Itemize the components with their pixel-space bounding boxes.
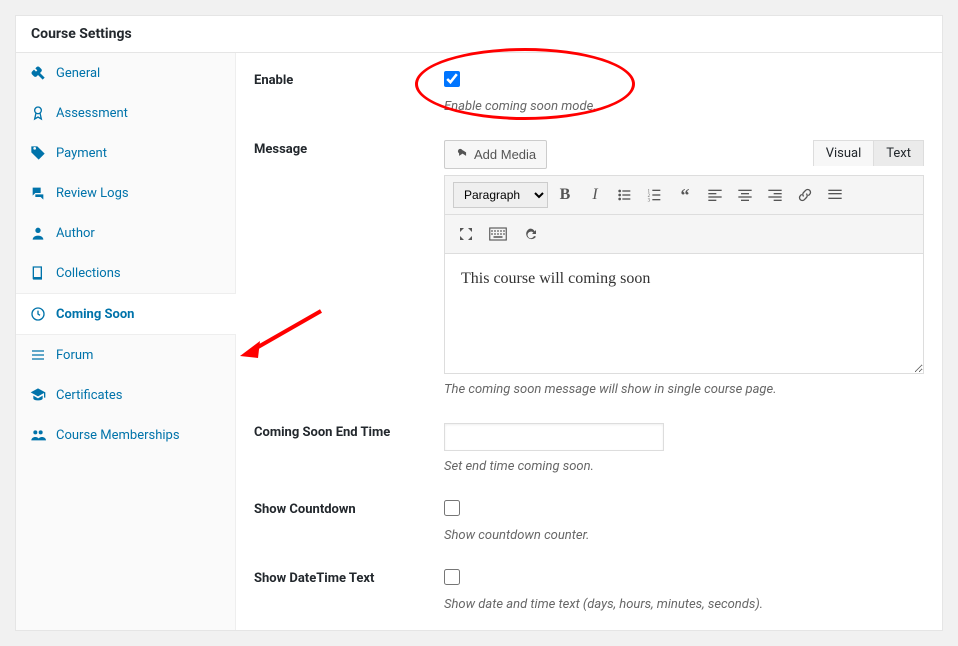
sidebar-item-review-logs[interactable]: Review Logs xyxy=(16,173,235,213)
bullet-list-button[interactable] xyxy=(612,182,638,208)
row-show-countdown: Show Countdown Show countdown counter. xyxy=(254,500,924,543)
row-end-time: Coming Soon End Time Set end time coming… xyxy=(254,423,924,474)
group-icon xyxy=(30,427,46,443)
editor-textarea[interactable]: This course will coming soon xyxy=(444,254,924,374)
align-left-button[interactable] xyxy=(702,182,728,208)
italic-button[interactable]: I xyxy=(582,182,608,208)
sidebar-item-coming-soon[interactable]: Coming Soon xyxy=(16,293,236,335)
sidebar-item-label: Collections xyxy=(56,266,121,281)
sidebar-item-label: Assessment xyxy=(56,106,128,121)
wrench-icon xyxy=(30,65,46,81)
sidebar-item-label: General xyxy=(56,66,100,81)
refresh-button[interactable] xyxy=(517,221,543,247)
tab-text[interactable]: Text xyxy=(873,140,924,166)
field-enable: Enable coming soon mode. xyxy=(444,71,924,114)
panel-body: General Assessment Payment Review Logs A… xyxy=(16,53,942,630)
sidebar-item-author[interactable]: Author xyxy=(16,213,235,253)
editor-toolbar-2 xyxy=(444,215,924,254)
sidebar-item-certificates[interactable]: Certificates xyxy=(16,375,235,415)
row-show-datetime: Show DateTime Text Show date and time te… xyxy=(254,569,924,612)
clock-icon xyxy=(30,306,46,322)
user-icon xyxy=(30,225,46,241)
sidebar: General Assessment Payment Review Logs A… xyxy=(16,53,236,630)
label-message: Message xyxy=(254,140,444,397)
keyboard-button[interactable] xyxy=(485,221,511,247)
label-enable: Enable xyxy=(254,71,444,114)
svg-text:3: 3 xyxy=(648,199,651,203)
cap-icon xyxy=(30,387,46,403)
sidebar-item-course-memberships[interactable]: Course Memberships xyxy=(16,415,235,455)
show-countdown-checkbox[interactable] xyxy=(444,500,460,516)
label-show-datetime: Show DateTime Text xyxy=(254,569,444,612)
sidebar-item-collections[interactable]: Collections xyxy=(16,253,235,293)
tab-visual[interactable]: Visual xyxy=(813,140,875,166)
more-button[interactable] xyxy=(822,182,848,208)
end-time-input[interactable] xyxy=(444,423,664,451)
editor-tabs: Visual Text xyxy=(814,140,924,166)
show-datetime-checkbox[interactable] xyxy=(444,569,460,585)
sidebar-item-payment[interactable]: Payment xyxy=(16,133,235,173)
sidebar-item-label: Course Memberships xyxy=(56,428,180,443)
label-show-countdown: Show Countdown xyxy=(254,500,444,543)
sidebar-item-general[interactable]: General xyxy=(16,53,235,93)
desc-enable: Enable coming soon mode. xyxy=(444,99,924,114)
field-message: Add Media Visual Text Paragraph B I 123 xyxy=(444,140,924,397)
format-select[interactable]: Paragraph xyxy=(453,182,548,208)
sidebar-item-forum[interactable]: Forum xyxy=(16,335,235,375)
field-show-datetime: Show date and time text (days, hours, mi… xyxy=(444,569,924,612)
ribbon-icon xyxy=(30,105,46,121)
panel-title: Course Settings xyxy=(31,26,927,42)
row-message: Message Add Media Visual Text Paragraph … xyxy=(254,140,924,397)
sidebar-item-label: Coming Soon xyxy=(56,307,134,322)
desc-message: The coming soon message will show in sin… xyxy=(444,382,924,397)
tag-icon xyxy=(30,145,46,161)
panel-header: Course Settings xyxy=(16,16,942,53)
quote-button[interactable]: “ xyxy=(672,182,698,208)
desc-show-countdown: Show countdown counter. xyxy=(444,528,924,543)
bold-button[interactable]: B xyxy=(552,182,578,208)
sidebar-item-assessment[interactable]: Assessment xyxy=(16,93,235,133)
field-end-time: Set end time coming soon. xyxy=(444,423,924,474)
sidebar-item-label: Author xyxy=(56,226,95,241)
link-button[interactable] xyxy=(792,182,818,208)
align-right-button[interactable] xyxy=(762,182,788,208)
course-settings-panel: Course Settings General Assessment Payme… xyxy=(15,15,943,631)
comments-icon xyxy=(30,185,46,201)
desc-end-time: Set end time coming soon. xyxy=(444,459,924,474)
align-center-button[interactable] xyxy=(732,182,758,208)
editor-wrap: Paragraph B I 123 “ xyxy=(444,175,924,374)
book-icon xyxy=(30,265,46,281)
content-area: Enable Enable coming soon mode. Message … xyxy=(236,53,942,630)
sidebar-item-label: Certificates xyxy=(56,388,122,403)
label-end-time: Coming Soon End Time xyxy=(254,423,444,474)
media-icon xyxy=(455,146,469,163)
fullscreen-button[interactable] xyxy=(453,221,479,247)
enable-checkbox[interactable] xyxy=(444,71,460,87)
sidebar-item-label: Payment xyxy=(56,146,107,161)
field-show-countdown: Show countdown counter. xyxy=(444,500,924,543)
number-list-button[interactable]: 123 xyxy=(642,182,668,208)
editor-toolbar: Paragraph B I 123 “ xyxy=(444,175,924,215)
sidebar-item-label: Forum xyxy=(56,348,93,363)
add-media-button[interactable]: Add Media xyxy=(444,140,547,169)
list-icon xyxy=(30,347,46,363)
row-enable: Enable Enable coming soon mode. xyxy=(254,71,924,114)
desc-show-datetime: Show date and time text (days, hours, mi… xyxy=(444,597,924,612)
sidebar-item-label: Review Logs xyxy=(56,186,129,201)
